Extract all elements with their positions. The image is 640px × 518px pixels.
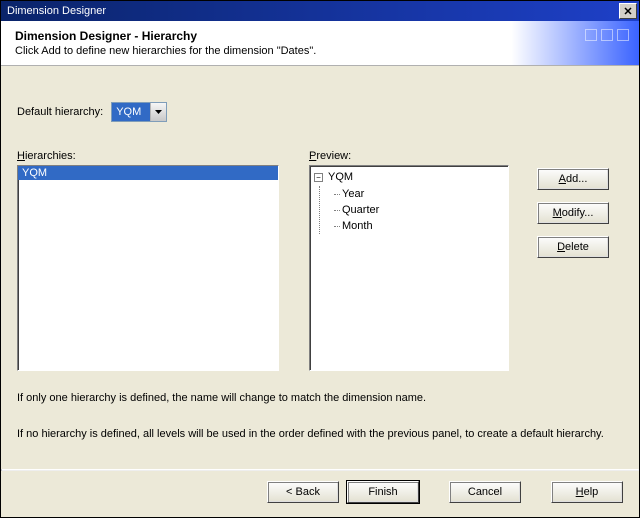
hierarchies-listbox[interactable]: YQM [17,165,279,371]
footer: < Back Finish Cancel Help [1,471,639,517]
header-subtitle: Click Add to define new hierarchies for … [15,45,625,57]
header-title: Dimension Designer - Hierarchy [15,29,625,43]
tree-root-node[interactable]: − YQM Year Quarter Month [314,170,504,234]
default-hierarchy-label: Default hierarchy: [17,106,103,118]
chevron-down-icon [155,110,162,114]
list-item[interactable]: YQM [18,166,278,180]
tree-expander[interactable]: − [314,173,323,182]
cancel-button[interactable]: Cancel [449,481,521,503]
close-button[interactable] [619,3,637,19]
side-button-column: Add... Modify... Delete [537,150,609,258]
preview-tree[interactable]: − YQM Year Quarter Month [309,165,509,371]
default-hierarchy-row: Default hierarchy: YQM [17,102,623,122]
combo-dropdown-button[interactable] [150,103,166,121]
delete-button[interactable]: Delete [537,236,609,258]
add-button[interactable]: Add... [537,168,609,190]
hierarchies-label: Hierarchies: [17,150,279,162]
tree-leaf[interactable]: Quarter [334,202,504,218]
window-title: Dimension Designer [7,5,619,17]
titlebar: Dimension Designer [1,1,639,21]
back-button[interactable]: < Back [267,481,339,503]
tree-leaf[interactable]: Month [334,218,504,234]
content-area: Default hierarchy: YQM Hierarchies: YQM … [1,66,639,469]
dimension-designer-window: Dimension Designer Dimension Designer - … [0,0,640,518]
notes: If only one hierarchy is defined, the na… [17,389,623,443]
header-decoration [585,29,629,41]
default-hierarchy-value: YQM [112,103,150,121]
tree-root-label: YQM [328,171,353,183]
header-panel: Dimension Designer - Hierarchy Click Add… [1,21,639,66]
modify-button[interactable]: Modify... [537,202,609,224]
hierarchies-column: Hierarchies: YQM [17,150,279,371]
close-icon [624,7,632,15]
preview-column: Preview: − YQM Year Quarter Month [309,150,509,371]
tree-leaf[interactable]: Year [334,186,504,202]
note-line-1: If only one hierarchy is defined, the na… [17,389,623,407]
note-line-2: If no hierarchy is defined, all levels w… [17,425,623,443]
preview-label: Preview: [309,150,509,162]
default-hierarchy-combo[interactable]: YQM [111,102,167,122]
help-button[interactable]: Help [551,481,623,503]
finish-button[interactable]: Finish [347,481,419,503]
mid-area: Hierarchies: YQM Preview: − YQM [17,150,623,371]
